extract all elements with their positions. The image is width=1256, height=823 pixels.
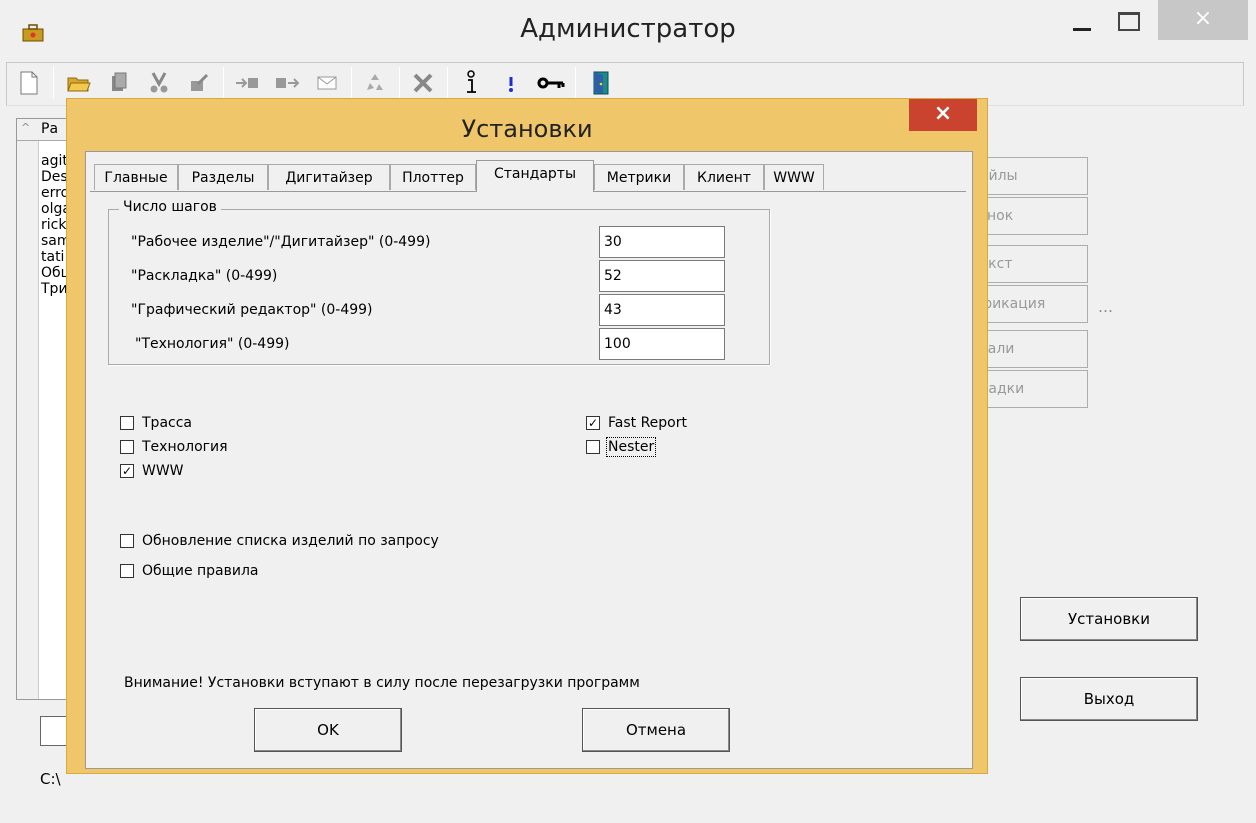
steps-legend: Число шагов: [119, 199, 221, 215]
new-file-icon[interactable]: [13, 67, 45, 99]
ok-button[interactable]: OK: [254, 708, 402, 752]
key-icon[interactable]: [535, 67, 567, 99]
ellipsis: …: [1098, 298, 1113, 316]
tab-standards[interactable]: Стандарты: [476, 160, 594, 192]
list-item[interactable]: erro: [41, 185, 69, 201]
delete-icon[interactable]: [407, 67, 439, 99]
alert-icon[interactable]: [495, 67, 527, 99]
checkbox-common-rules[interactable]: Общие правила: [120, 563, 259, 579]
export-icon[interactable]: [271, 67, 303, 99]
check-icon[interactable]: ✓: [120, 464, 134, 478]
minimize-button[interactable]: [1060, 0, 1108, 40]
exit-door-icon[interactable]: [585, 67, 617, 99]
checkbox-box[interactable]: [120, 564, 134, 578]
settings-dialog: Установки × Главные Разделы Дигитайзер П…: [66, 98, 988, 774]
checkbox-box[interactable]: [586, 440, 600, 454]
cut-icon[interactable]: [143, 67, 175, 99]
checkbox-box[interactable]: [120, 440, 134, 454]
tab-main[interactable]: Главные: [94, 164, 178, 190]
step-label-technology: "Технология" (0-499): [135, 336, 290, 352]
cancel-button[interactable]: Отмена: [582, 708, 730, 752]
step-input-layout[interactable]: [599, 260, 725, 292]
sort-up-icon[interactable]: ^: [21, 121, 30, 134]
step-input-work-item[interactable]: [599, 226, 725, 258]
list-item[interactable]: rick: [41, 217, 66, 233]
copy-icon[interactable]: [103, 67, 135, 99]
edit-icon[interactable]: [183, 67, 215, 99]
step-label-graphic-editor: "Графический редактор" (0-499): [131, 302, 373, 318]
import-icon[interactable]: [231, 67, 263, 99]
settings-button[interactable]: Установки: [1020, 597, 1198, 641]
check-icon[interactable]: ✓: [586, 416, 600, 430]
list-scrollbar[interactable]: [17, 141, 39, 699]
open-folder-icon[interactable]: [63, 67, 95, 99]
checkbox-update-on-request[interactable]: Обновление списка изделий по запросу: [120, 533, 439, 549]
checkbox-fast-report[interactable]: ✓ Fast Report: [586, 415, 687, 431]
tab-metrics[interactable]: Метрики: [594, 164, 684, 190]
list-item[interactable]: tati: [41, 249, 64, 265]
tab-digitizer[interactable]: Дигитайзер: [268, 164, 390, 190]
steps-group: Число шагов "Рабочее изделие"/"Дигитайзе…: [108, 199, 770, 365]
dialog-title: Установки: [461, 115, 593, 143]
title-bar: Администратор ×: [0, 0, 1256, 56]
dialog-close-button[interactable]: ×: [909, 99, 977, 131]
checkbox-technology[interactable]: Технология: [120, 439, 228, 455]
close-window-button[interactable]: ×: [1158, 0, 1248, 40]
list-item[interactable]: Des: [41, 169, 68, 185]
step-label-work-item: "Рабочее изделие"/"Дигитайзер" (0-499): [131, 234, 431, 250]
list-header[interactable]: ^ Ра: [17, 119, 73, 141]
tab-bar: Главные Разделы Дигитайзер Плоттер Станд…: [88, 160, 848, 192]
tab-plotter[interactable]: Плоттер: [390, 164, 476, 190]
restart-warning: Внимание! Установки вступают в силу посл…: [124, 675, 640, 691]
step-label-layout: "Раскладка" (0-499): [131, 268, 278, 284]
tab-client[interactable]: Клиент: [684, 164, 764, 190]
step-input-technology[interactable]: [599, 328, 725, 360]
info-icon[interactable]: [455, 67, 487, 99]
mail-icon[interactable]: [311, 67, 343, 99]
checkbox-www[interactable]: ✓ WWW: [120, 463, 184, 479]
checkbox-trassa[interactable]: Трасса: [120, 415, 192, 431]
tab-www[interactable]: WWW: [764, 164, 824, 190]
checkbox-box[interactable]: [120, 416, 134, 430]
list-item[interactable]: agit: [41, 153, 68, 169]
dialog-body: Главные Разделы Дигитайзер Плоттер Станд…: [85, 151, 973, 769]
tab-sections[interactable]: Разделы: [178, 164, 268, 190]
list-item[interactable]: Три: [41, 281, 68, 297]
checkbox-box[interactable]: [120, 534, 134, 548]
exit-button[interactable]: Выход: [1020, 677, 1198, 721]
step-input-graphic-editor[interactable]: [599, 294, 725, 326]
path-label: C:\: [40, 770, 61, 788]
maximize-button[interactable]: [1108, 0, 1154, 40]
recycle-icon[interactable]: [359, 67, 391, 99]
checkbox-nester[interactable]: Nester: [586, 437, 657, 457]
